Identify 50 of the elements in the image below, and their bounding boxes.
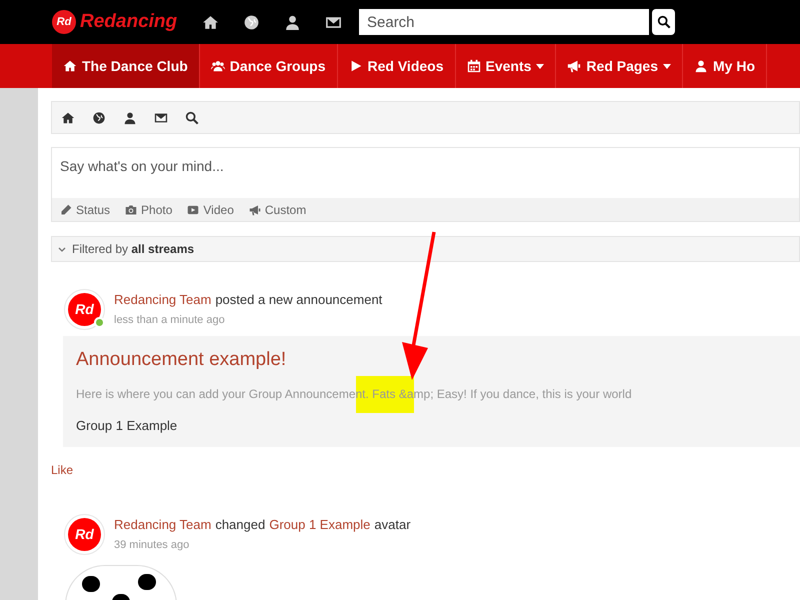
activity-text: posted a new announcement [215,291,382,309]
play-icon [348,59,362,73]
nav-tab[interactable]: Events [456,44,556,88]
pencil-icon [60,204,72,216]
search-icon[interactable] [185,110,199,124]
activity-text: changed [215,516,266,534]
filter-bar[interactable]: Filtered by all streams [51,236,800,262]
user-icon[interactable] [123,110,137,124]
nav-tab[interactable]: Red Pages [556,44,684,88]
user-icon[interactable] [284,14,301,30]
chevron-down-icon [58,246,66,252]
like-link[interactable]: Like [51,461,74,479]
nav-tab[interactable]: Dance Groups [200,44,338,88]
mail-icon[interactable] [154,110,168,124]
author-link[interactable]: Redancing Team [114,515,212,534]
composer-tab[interactable]: Video [187,200,234,218]
camera-icon [125,204,138,216]
composer-tab[interactable]: Status [60,200,110,218]
status-input-field[interactable]: Say what's on your mind... [51,147,800,198]
home-icon [63,59,77,73]
timestamp: less than a minute ago [114,312,226,328]
users-icon [210,59,225,73]
search-field[interactable]: Search [359,9,649,35]
nav-tab[interactable]: Red Videos [338,44,456,88]
nav-tab[interactable]: My Ho [683,44,768,88]
avatar-logo-icon: Rd [68,518,101,551]
logo-text: Redancing [80,10,178,34]
megaphone-icon [567,59,582,73]
video-icon [187,204,200,216]
composer-tab[interactable]: Photo [125,200,172,218]
home-icon[interactable] [61,110,75,124]
home-icon[interactable] [202,14,219,30]
avatar-logo-icon: Rd [68,293,101,326]
activity-text: avatar [374,516,411,534]
search-icon [656,15,670,29]
group-name: Group 1 Example [76,416,178,435]
globe-icon[interactable] [92,110,106,124]
timestamp: 39 minutes ago [114,538,190,552]
composer-tab[interactable]: Custom [248,200,306,218]
group-link[interactable]: Group 1 Example [269,515,370,534]
filter-text: Filtered by all streams [72,241,194,258]
author-link[interactable]: Redancing Team [114,290,212,310]
megaphone-icon [248,204,261,216]
globe-icon[interactable] [243,14,260,30]
logo-badge-icon: Rd [52,10,76,34]
nav-tab[interactable]: The Dance Club [52,44,200,88]
search-button[interactable] [652,9,675,35]
calendar-icon [466,59,480,73]
announcement-title: Announcement example! [76,348,288,372]
user-icon [694,59,708,73]
